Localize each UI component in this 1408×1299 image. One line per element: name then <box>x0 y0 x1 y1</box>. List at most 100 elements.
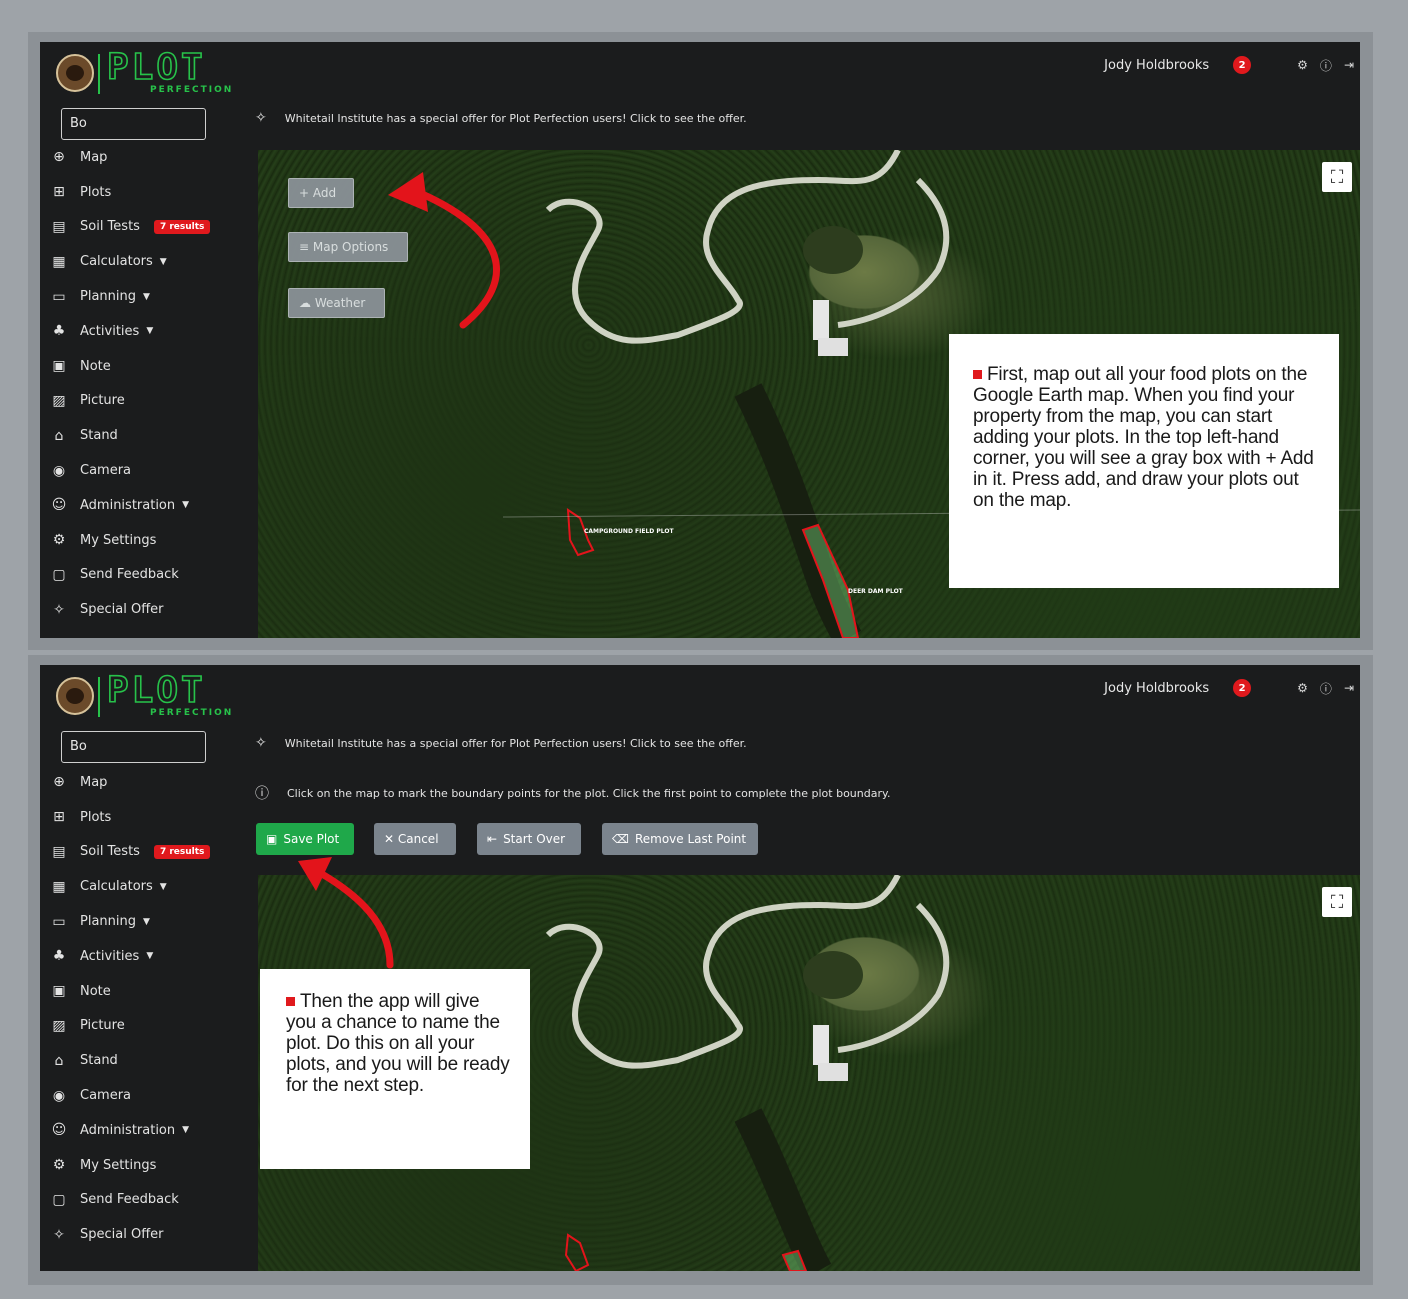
sidebar-item-label: Administration <box>80 1122 176 1138</box>
add-plot-button[interactable]: + Add <box>288 178 354 208</box>
start-over-button[interactable]: ⇤ Start Over <box>477 823 581 855</box>
special-offer-banner[interactable]: ✧ Whitetail Institute has a special offe… <box>255 110 747 126</box>
user-name[interactable]: Jody Holdbrooks <box>1104 58 1209 73</box>
map-options-button[interactable]: ≡ Map Options <box>288 232 408 262</box>
sidebar-item-map[interactable]: ⊕ Map <box>50 140 258 175</box>
calendar-icon: ▭ <box>52 288 66 305</box>
sidebar-item-send-feedback[interactable]: ▢ Send Feedback <box>50 1183 258 1218</box>
sidebar-item-stand[interactable]: ⌂ Stand <box>50 418 258 453</box>
weather-button[interactable]: ☁ Weather <box>288 288 385 318</box>
sidebar-item-activities[interactable]: ♣ Activities ▼ <box>50 939 258 974</box>
building-icon <box>818 1063 848 1081</box>
search-input[interactable]: Bo <box>61 731 206 763</box>
sidebar-item-picture[interactable]: ▨ Picture <box>50 384 258 419</box>
building-icon <box>818 338 848 356</box>
soil-test-icon: ▤ <box>52 843 66 860</box>
settings-icon[interactable]: ⚙ <box>1297 58 1308 72</box>
sidebar-item-my-settings[interactable]: ⚙ My Settings <box>50 1148 258 1183</box>
sidebar-item-picture[interactable]: ▨ Picture <box>50 1009 258 1044</box>
sidebar-item-note[interactable]: ▣ Note <box>50 349 258 384</box>
sidebar-item-special-offer[interactable]: ✧ Special Offer <box>50 592 258 627</box>
sidebar-item-camera[interactable]: ◉ Camera <box>50 453 258 488</box>
cancel-button[interactable]: ✕ Cancel <box>374 823 456 855</box>
deer-logo-icon <box>56 54 94 92</box>
sidebar-item-plots[interactable]: ⊞ Plots <box>50 175 258 210</box>
notification-badge[interactable]: 2 <box>1233 56 1252 74</box>
save-icon: ▣ <box>266 832 278 846</box>
brand-name: PLOT <box>106 670 206 712</box>
sidebar-item-label: Picture <box>80 393 125 409</box>
sidebar-item-label: Soil Tests <box>80 219 140 235</box>
sparkle-icon: ✧ <box>53 1226 65 1243</box>
user-name[interactable]: Jody Holdbrooks <box>1104 681 1209 696</box>
save-plot-button[interactable]: ▣ Save Plot <box>256 823 354 855</box>
soil-test-icon: ▤ <box>52 218 66 235</box>
sidebar-item-label: Send Feedback <box>80 1192 179 1208</box>
brand-logo[interactable]: PLOT PERFECTION <box>52 47 232 100</box>
sidebar-item-label: Plots <box>80 809 112 825</box>
calculator-icon: ▦ <box>52 878 66 895</box>
notification-badge[interactable]: 2 <box>1233 679 1252 697</box>
caption-text: First, map out all your food plots on th… <box>973 364 1314 511</box>
brand-tagline: PERFECTION <box>150 708 234 718</box>
fullscreen-icon[interactable]: ⛶ <box>1322 162 1352 192</box>
sidebar-item-soil-tests[interactable]: ▤ Soil Tests 7 results <box>50 210 258 245</box>
plot-boundary[interactable] <box>781 1249 808 1271</box>
info-banner: ⓘ Click on the map to mark the boundary … <box>255 783 890 803</box>
sidebar-item-label: Planning <box>80 289 136 305</box>
sidebar-item-plots[interactable]: ⊞ Plots <box>50 800 258 835</box>
sidebar-item-label: Note <box>80 983 111 999</box>
activities-icon: ♣ <box>52 948 66 965</box>
settings-icon[interactable]: ⚙ <box>1297 681 1308 695</box>
activities-icon: ♣ <box>52 323 66 340</box>
sidebar-item-special-offer[interactable]: ✧ Special Offer <box>50 1217 258 1252</box>
sidebar-item-administration[interactable]: ☺ Administration ▼ <box>50 1113 258 1148</box>
offer-text: Whitetail Institute has a special offer … <box>284 736 747 750</box>
caption-box: First, map out all your food plots on th… <box>949 334 1339 588</box>
sidebar-item-send-feedback[interactable]: ▢ Send Feedback <box>50 558 258 593</box>
search-input[interactable]: Bo <box>61 108 206 140</box>
help-icon[interactable]: ⓘ <box>1320 680 1332 697</box>
sidebar-item-planning[interactable]: ▭ Planning ▼ <box>50 904 258 939</box>
logout-icon[interactable]: ⇥ <box>1344 681 1354 695</box>
sidebar-item-label: Camera <box>80 463 132 479</box>
plot-boundary[interactable] <box>801 523 860 638</box>
sidebar-item-calculators[interactable]: ▦ Calculators ▼ <box>50 244 258 279</box>
sidebar-item-label: Send Feedback <box>80 567 179 583</box>
fullscreen-icon[interactable]: ⛶ <box>1322 887 1352 917</box>
sidebar-item-label: Planning <box>80 914 136 930</box>
info-text: Click on the map to mark the boundary po… <box>287 786 891 800</box>
sidebar-item-stand[interactable]: ⌂ Stand <box>50 1043 258 1078</box>
brand-logo[interactable]: PLOT PERFECTION <box>52 670 234 723</box>
camera-icon: ◉ <box>52 1087 66 1104</box>
sidebar-item-soil-tests[interactable]: ▤ Soil Tests 7 results <box>50 835 258 870</box>
calendar-icon: ▭ <box>52 913 66 930</box>
sidebar-item-calculators[interactable]: ▦ Calculators ▼ <box>50 869 258 904</box>
caret-down-icon: ▼ <box>143 291 150 302</box>
sidebar-item-label: Note <box>80 358 111 374</box>
sidebar-item-activities[interactable]: ♣ Activities ▼ <box>50 314 258 349</box>
sparkle-icon: ✧ <box>53 601 65 618</box>
logout-icon[interactable]: ⇥ <box>1344 58 1354 72</box>
sidebar-nav: ⊕ Map ⊞ Plots ▤ Soil Tests 7 results ▦ Calculato… <box>50 765 258 1252</box>
info-icon: ⓘ <box>255 786 269 802</box>
sidebar-nav: ⊕ Map ⊞ Plots ▤ Soil Tests 7 results ▦ Calculato… <box>50 140 258 627</box>
caret-down-icon: ▼ <box>159 256 167 267</box>
caret-down-icon: ▼ <box>143 916 150 927</box>
sidebar-item-map[interactable]: ⊕ Map <box>50 765 258 800</box>
sidebar: PLOT PERFECTION Bo ⊕ Map ⊞ Plots ▤ Soil Tests… <box>40 665 258 1271</box>
bullet-marker <box>973 370 982 379</box>
remove-last-point-button[interactable]: ⌫ Remove Last Point <box>602 823 758 855</box>
plot-boundary[interactable] <box>564 1233 590 1271</box>
sidebar-item-my-settings[interactable]: ⚙ My Settings <box>50 523 258 558</box>
help-icon[interactable]: ⓘ <box>1320 57 1332 74</box>
feedback-icon: ▢ <box>52 566 66 583</box>
special-offer-banner[interactable]: ✧ Whitetail Institute has a special offe… <box>255 735 747 751</box>
sidebar-item-note[interactable]: ▣ Note <box>50 974 258 1009</box>
sidebar-item-planning[interactable]: ▭ Planning ▼ <box>50 279 258 314</box>
caption-text: Then the app will give you a chance to n… <box>286 991 510 1096</box>
note-icon: ▣ <box>52 358 66 375</box>
sidebar-item-camera[interactable]: ◉ Camera <box>50 1078 258 1113</box>
sidebar-item-label: Activities <box>80 948 140 964</box>
sidebar-item-administration[interactable]: ☺ Administration ▼ <box>50 488 258 523</box>
